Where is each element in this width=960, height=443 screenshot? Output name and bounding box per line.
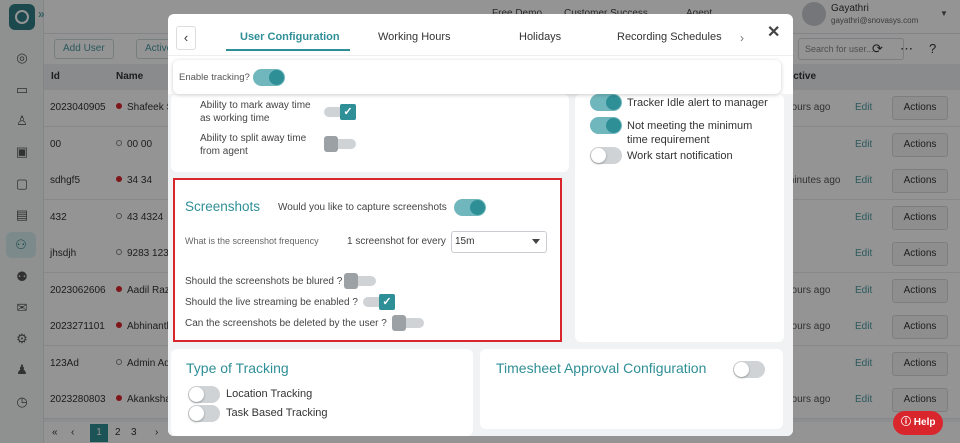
enable-tracking-toggle[interactable]: [253, 69, 285, 86]
tab-recording-schedules[interactable]: Recording Schedules: [617, 31, 722, 43]
idle-alert-toggle[interactable]: [590, 94, 622, 111]
mark-away-toggle[interactable]: ✓: [324, 104, 356, 120]
enable-tracking-label: Enable tracking?: [179, 72, 250, 83]
split-away-label-2: from agent: [200, 146, 248, 157]
help-label: Help: [913, 417, 936, 428]
location-tracking-toggle[interactable]: [188, 386, 220, 403]
help-button[interactable]: ⓘ Help: [893, 411, 943, 435]
tabs-prev-button[interactable]: ‹: [176, 26, 196, 50]
split-away-label-1: Ability to split away time: [200, 133, 307, 144]
min-time-label-1: Not meeting the minimum: [627, 120, 753, 132]
active-tab-indicator: [226, 49, 350, 51]
question-circle-icon: ⓘ: [901, 417, 911, 428]
split-away-toggle[interactable]: [324, 136, 356, 152]
screenshots-card: Screenshots Would you like to capture sc…: [173, 178, 562, 342]
mark-away-label-1: Ability to mark away time: [200, 100, 311, 111]
task-based-tracking-label: Task Based Tracking: [226, 407, 328, 419]
tabs-next-button[interactable]: ›: [740, 31, 744, 45]
min-time-toggle[interactable]: [590, 117, 622, 134]
check-icon: ✓: [340, 104, 356, 120]
modal-body: Ability to mark away time as working tim…: [168, 94, 793, 436]
idle-alert-label: Tracker Idle alert to manager: [627, 97, 768, 109]
work-start-label: Work start notification: [627, 150, 733, 162]
away-time-card: Ability to mark away time as working tim…: [171, 94, 569, 172]
tracking-type-card: Type of Tracking Location Tracking Task …: [171, 349, 473, 436]
tab-user-configuration[interactable]: User Configuration: [240, 31, 340, 43]
blured-toggle[interactable]: [344, 273, 376, 289]
blured-label: Should the screenshots be blured ?: [185, 276, 343, 287]
screenshots-title: Screenshots: [185, 199, 261, 214]
location-tracking-label: Location Tracking: [226, 388, 313, 400]
work-start-toggle[interactable]: [590, 147, 622, 164]
frequency-value: 15m: [455, 236, 475, 247]
streaming-label: Should the live streaming be enabled ?: [185, 297, 358, 308]
tab-holidays[interactable]: Holidays: [519, 31, 561, 43]
streaming-toggle[interactable]: ✓: [363, 294, 395, 310]
tab-working-hours[interactable]: Working Hours: [378, 31, 451, 43]
mark-away-label-2: as working time: [200, 113, 270, 124]
enable-tracking-bar: Enable tracking?: [173, 60, 781, 94]
timesheet-approval-card: Timesheet Approval Configuration: [480, 349, 783, 429]
modal-tabs: ‹ User Configuration Working Hours Holid…: [168, 14, 793, 56]
frequency-prefix: 1 screenshot for every: [347, 236, 446, 247]
task-based-tracking-toggle[interactable]: [188, 405, 220, 422]
user-configuration-modal: ‹ User Configuration Working Hours Holid…: [168, 14, 793, 436]
check-icon: ✓: [379, 294, 395, 310]
delete-toggle[interactable]: [392, 315, 424, 331]
min-time-label-2: time requirement: [627, 134, 710, 146]
caret-down-icon: [532, 239, 540, 244]
timesheet-approval-title: Timesheet Approval Configuration: [496, 360, 707, 376]
timesheet-approval-toggle[interactable]: [733, 361, 765, 378]
capture-question: Would you like to capture screenshots: [278, 202, 447, 213]
frequency-label: What is the screenshot frequency: [185, 236, 319, 246]
capture-screenshots-toggle[interactable]: [454, 199, 486, 216]
close-icon[interactable]: ✕: [767, 22, 780, 42]
notifications-card: Tracker Idle alert to manager Not meetin…: [575, 94, 784, 342]
frequency-select[interactable]: 15m: [451, 231, 547, 253]
delete-label: Can the screenshots be deleted by the us…: [185, 318, 387, 329]
tracking-type-title: Type of Tracking: [186, 360, 289, 376]
